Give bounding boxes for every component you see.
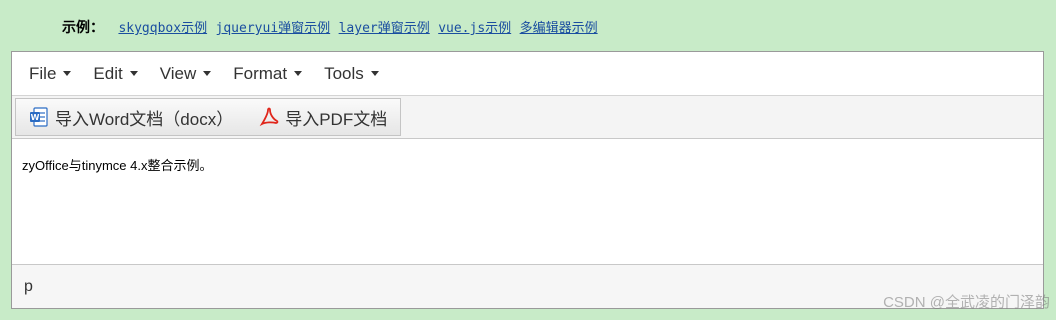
menu-tools-label: Tools bbox=[324, 63, 364, 83]
link-multi-editor-demo[interactable]: 多编辑器示例 bbox=[520, 21, 598, 36]
element-path[interactable]: p bbox=[24, 278, 33, 296]
demo-links-bar: 示例： skygqbox示例 jqueryui弹窗示例 layer弹窗示例 vu… bbox=[62, 17, 602, 37]
import-word-button[interactable]: W 导入Word文档（docx） bbox=[16, 99, 246, 135]
link-vuejs-demo[interactable]: vue.js示例 bbox=[438, 21, 511, 36]
editor-content-area[interactable]: zyOffice与tinymce 4.x整合示例。 bbox=[12, 139, 1043, 264]
menu-view[interactable]: View bbox=[149, 64, 223, 84]
chevron-down-icon bbox=[129, 71, 138, 76]
pdf-icon bbox=[259, 107, 279, 127]
menu-file[interactable]: File bbox=[18, 64, 82, 84]
watermark: CSDN @全武凌的门泽韵 bbox=[883, 294, 1050, 311]
tinymce-editor: File Edit View Format Tools W 导入Word文档（d… bbox=[11, 51, 1044, 309]
link-layer-demo[interactable]: layer弹窗示例 bbox=[339, 21, 430, 36]
menu-format[interactable]: Format bbox=[222, 64, 313, 84]
menu-tools[interactable]: Tools bbox=[313, 64, 390, 84]
editor-content-text: zyOffice与tinymce 4.x整合示例。 bbox=[22, 158, 213, 173]
import-button-group: W 导入Word文档（docx） 导入PDF文档 bbox=[15, 98, 402, 136]
import-pdf-button[interactable]: 导入PDF文档 bbox=[246, 99, 400, 135]
chevron-down-icon bbox=[294, 71, 303, 76]
menu-view-label: View bbox=[159, 63, 197, 83]
chevron-down-icon bbox=[63, 71, 72, 76]
editor-menubar: File Edit View Format Tools bbox=[12, 52, 1043, 96]
chevron-down-icon bbox=[203, 71, 212, 76]
menu-file-label: File bbox=[29, 63, 57, 83]
menu-format-label: Format bbox=[233, 63, 288, 83]
link-skygqbox-demo[interactable]: skygqbox示例 bbox=[118, 21, 207, 36]
svg-text:W: W bbox=[31, 113, 40, 122]
demo-label: 示例： bbox=[62, 20, 104, 36]
word-doc-icon: W bbox=[29, 107, 49, 127]
menu-edit[interactable]: Edit bbox=[82, 64, 148, 84]
menu-edit-label: Edit bbox=[93, 63, 123, 83]
editor-toolbar: W 导入Word文档（docx） 导入PDF文档 bbox=[12, 96, 1043, 139]
chevron-down-icon bbox=[370, 71, 379, 76]
import-pdf-label: 导入PDF文档 bbox=[285, 109, 388, 129]
import-word-label: 导入Word文档（docx） bbox=[55, 109, 234, 129]
link-jqueryui-demo[interactable]: jqueryui弹窗示例 bbox=[216, 21, 331, 36]
